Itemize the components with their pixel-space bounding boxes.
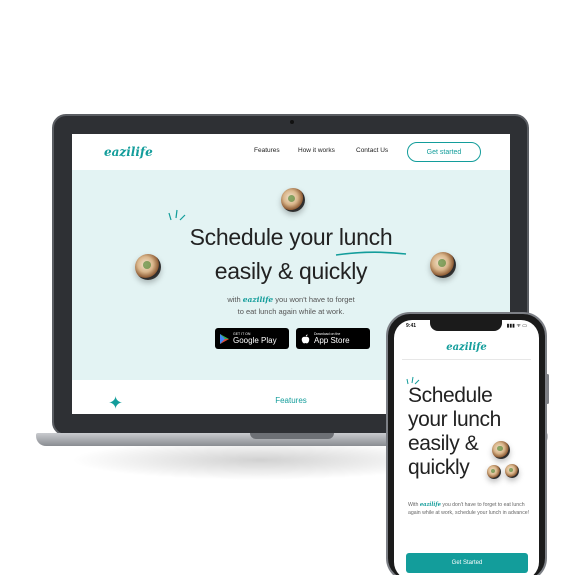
apple-icon xyxy=(301,333,310,343)
food-bowl-image xyxy=(487,465,501,479)
status-time: 9:41 xyxy=(406,323,417,329)
app-store-label: App Store xyxy=(314,336,350,345)
top-nav: eazilife Features How it works Contact U… xyxy=(72,134,510,170)
google-play-icon xyxy=(220,333,229,344)
nav-link-features[interactable]: Features xyxy=(254,147,280,154)
laptop-camera xyxy=(290,120,294,124)
phone-side-button xyxy=(546,374,549,404)
phone-notch xyxy=(430,320,502,331)
laptop-trackpad-notch xyxy=(250,433,334,439)
mobile-hero-subtitle: With eazilife you don't have to forget t… xyxy=(408,501,533,517)
food-bowl-image xyxy=(281,188,305,212)
divider xyxy=(402,359,531,360)
mobile-logo[interactable]: eazilife xyxy=(394,342,539,353)
food-bowl-image xyxy=(492,441,510,459)
hero-subtitle: with eazilife you won't have to forget xyxy=(72,294,510,306)
subtitle-text: with xyxy=(227,295,241,304)
accent-lines-icon xyxy=(168,209,186,221)
phone-mockup: 9:41 ▮▮▮ ᯤ ▭ eazilife Schedule your lunc… xyxy=(386,312,549,575)
subtitle-text: With xyxy=(408,502,419,508)
get-started-button[interactable]: Get started xyxy=(407,142,481,162)
subtitle-text: you won't have to forget xyxy=(275,295,355,304)
mobile-get-started-button[interactable]: Get Started xyxy=(406,553,528,573)
google-play-button[interactable]: GET IT ON Google Play xyxy=(215,328,289,349)
hero-title-line2: easily & quickly xyxy=(214,258,368,284)
mobile-website: 9:41 ▮▮▮ ᯤ ▭ eazilife Schedule your lunc… xyxy=(394,320,539,575)
hero-title-line1: Schedule your lunch xyxy=(189,224,393,250)
food-bowl-image xyxy=(505,464,519,478)
mobile-title-line: easily & xyxy=(408,432,479,455)
status-icons: ▮▮▮ ᯤ ▭ xyxy=(506,323,527,329)
site-logo[interactable]: eazilife xyxy=(104,145,153,159)
inline-logo: eazilife xyxy=(419,502,441,508)
app-store-button[interactable]: Download on the App Store xyxy=(296,328,370,349)
inline-logo: eazilife xyxy=(242,295,274,304)
mobile-title-line: your lunch xyxy=(408,408,501,431)
nav-link-how-it-works[interactable]: How it works xyxy=(298,147,335,154)
mobile-hero-title: Schedule your lunch easily & quickly xyxy=(408,384,501,480)
mobile-title-line: Schedule xyxy=(408,384,493,407)
google-play-label: Google Play xyxy=(233,336,277,345)
nav-link-contact[interactable]: Contact Us xyxy=(356,147,388,154)
underline-swoosh-icon xyxy=(335,251,407,256)
